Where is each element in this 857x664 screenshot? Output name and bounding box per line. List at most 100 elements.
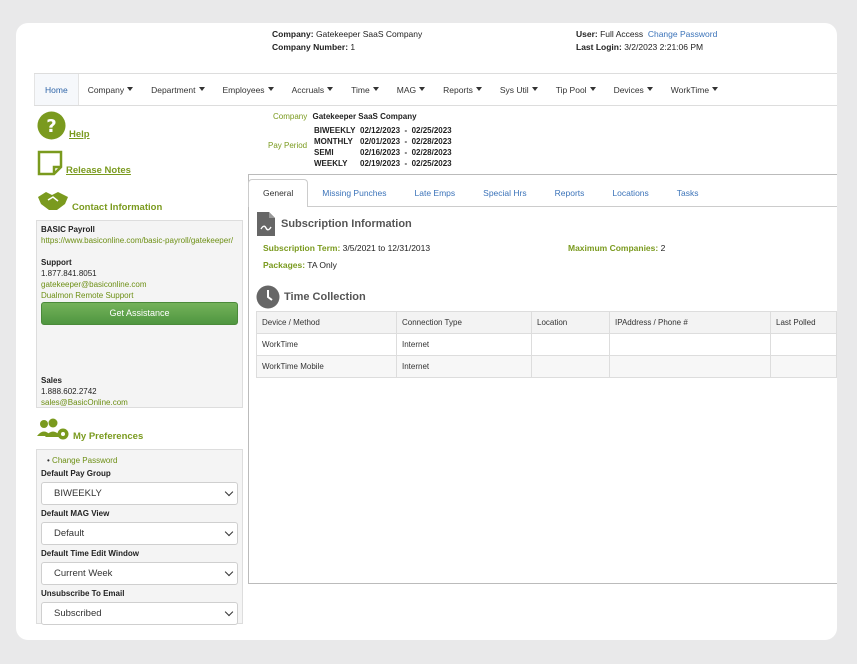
table-cell: WorkTime Mobile: [256, 355, 397, 378]
help-link[interactable]: Help: [69, 129, 90, 140]
nav-label: Reports: [443, 84, 473, 95]
nav-worktime[interactable]: WorkTime: [662, 74, 727, 105]
chevron-down-icon: [224, 487, 234, 497]
nav-devices[interactable]: Devices: [605, 74, 662, 105]
caret-down-icon: [419, 86, 426, 91]
table-row: WorkTime Internet: [256, 333, 837, 356]
tab-reports[interactable]: Reports: [541, 188, 599, 207]
change-password-link[interactable]: Change Password: [648, 29, 717, 39]
max-companies-value: 2: [660, 243, 666, 253]
time-collection-header: Time Collection: [256, 285, 366, 309]
nav-home[interactable]: Home: [34, 74, 79, 105]
nav-label: MAG: [396, 84, 417, 95]
table-cell: Internet: [396, 355, 532, 378]
svg-text:?: ?: [46, 116, 56, 137]
remote-support-link[interactable]: Dualmon Remote Support: [41, 290, 238, 301]
tab-missing-punches[interactable]: Missing Punches: [308, 188, 400, 207]
nav-accruals[interactable]: Accruals: [283, 74, 343, 105]
contact-panel: BASIC Payroll https://www.basiconline.co…: [36, 220, 243, 408]
caret-down-icon: [531, 86, 538, 91]
table-cell: [609, 355, 771, 378]
nav-reports[interactable]: Reports: [434, 74, 491, 105]
main-nav: Home Company Department Employees Accrua…: [34, 73, 837, 106]
table-header-row: Device / Method Connection Type Location…: [256, 311, 837, 334]
support-label: Support: [41, 258, 72, 267]
table-cell: [531, 333, 610, 356]
change-password-pref-link[interactable]: Change Password: [52, 456, 117, 465]
get-assistance-button[interactable]: Get Assistance: [41, 302, 238, 325]
release-notes-row[interactable]: Release Notes: [37, 150, 131, 176]
caret-down-icon: [127, 86, 134, 91]
time-collection-title: Time Collection: [284, 291, 366, 303]
nav-department[interactable]: Department: [142, 74, 213, 105]
nav-label: Sys Util: [499, 84, 529, 95]
tab-general[interactable]: General: [248, 179, 309, 207]
sales-email-link[interactable]: sales@BasicOnline.com: [41, 397, 238, 408]
user-value: Full Access: [600, 29, 644, 39]
product-url-link[interactable]: https://www.basiconline.com/basic-payrol…: [41, 235, 238, 246]
company-name: Gatekeeper SaaS Company: [315, 29, 423, 39]
nav-tip-pool[interactable]: Tip Pool: [547, 74, 605, 105]
pay-period-label: Pay Period: [268, 141, 308, 150]
sales-label: Sales: [41, 376, 62, 385]
tab-bar: General Missing Punches Late Emps Specia…: [248, 179, 713, 207]
subscription-header: Subscription Information: [256, 211, 412, 237]
time-edit-label: Default Time Edit Window: [41, 549, 140, 558]
table-cell: WorkTime: [256, 333, 397, 356]
caret-down-icon: [327, 86, 334, 91]
prefs-title: My Preferences: [73, 431, 144, 442]
support-email-link[interactable]: gatekeeper@basiconline.com: [41, 279, 238, 290]
clock-icon: [256, 285, 280, 309]
tab-special-hrs[interactable]: Special Hrs: [469, 188, 540, 207]
period-range: 02/12/2023 - 02/25/2023: [360, 126, 452, 135]
table-cell: [770, 333, 837, 356]
app-window: Company: Gatekeeper SaaS Company Company…: [16, 23, 837, 640]
nav-label: Employees: [222, 84, 265, 95]
chevron-down-icon: [224, 607, 234, 617]
pay-group-label: Default Pay Group: [41, 469, 111, 478]
caret-down-icon: [646, 86, 653, 91]
unsubscribe-label: Unsubscribe To Email: [41, 589, 125, 598]
company-info: Company: Gatekeeper SaaS Company Company…: [272, 28, 422, 54]
packages-value: TA Only: [307, 260, 337, 270]
tab-locations[interactable]: Locations: [598, 188, 662, 207]
mag-view-label: Default MAG View: [41, 509, 110, 518]
help-link-row[interactable]: ? Help: [37, 111, 90, 140]
users-gear-icon: [37, 418, 69, 440]
mag-view-value: Default: [54, 528, 85, 539]
mag-view-select[interactable]: Default: [41, 522, 238, 545]
period-range: 02/01/2023 - 02/28/2023: [360, 137, 452, 146]
table-row: WorkTime Mobile Internet: [256, 355, 837, 378]
nav-company[interactable]: Company: [79, 74, 142, 105]
nav-label: Accruals: [291, 84, 325, 95]
nav-sys-util[interactable]: Sys Util: [491, 74, 547, 105]
nav-label: Time: [351, 84, 370, 95]
caret-down-icon: [475, 86, 482, 91]
table-cell: Internet: [396, 333, 532, 356]
nav-mag[interactable]: MAG: [388, 74, 434, 105]
sales-phone: 1.888.602.2742: [41, 387, 97, 396]
tab-tasks[interactable]: Tasks: [663, 188, 713, 207]
unsubscribe-value: Subscribed: [54, 608, 102, 619]
company-number-label: Company Number:: [272, 42, 349, 52]
time-edit-value: Current Week: [54, 568, 113, 579]
support-phone: 1.877.841.8051: [41, 269, 97, 278]
period-name: WEEKLY: [314, 159, 348, 168]
pay-group-select[interactable]: BIWEEKLY: [41, 482, 238, 505]
term-label: Subscription Term:: [263, 243, 341, 253]
tab-late-emps[interactable]: Late Emps: [401, 188, 470, 207]
nav-employees[interactable]: Employees: [214, 74, 283, 105]
column-header: Device / Method: [256, 311, 397, 334]
time-edit-select[interactable]: Current Week: [41, 562, 238, 585]
unsubscribe-select[interactable]: Subscribed: [41, 602, 238, 625]
summary-company-value: Gatekeeper SaaS Company: [312, 112, 417, 121]
nav-time[interactable]: Time: [342, 74, 388, 105]
column-header: Location: [531, 311, 610, 334]
max-companies: Maximum Companies: 2: [568, 243, 665, 253]
nav-label: Department: [151, 84, 196, 95]
caret-down-icon: [372, 86, 379, 91]
release-notes-link[interactable]: Release Notes: [66, 165, 131, 176]
period-name: BIWEEKLY: [314, 126, 356, 135]
table-cell: [531, 355, 610, 378]
company-number: 1: [350, 42, 356, 52]
